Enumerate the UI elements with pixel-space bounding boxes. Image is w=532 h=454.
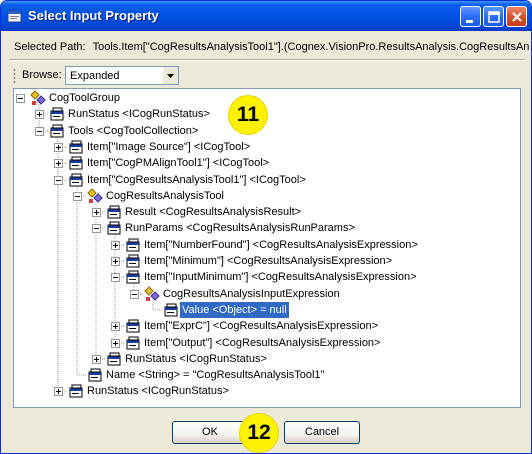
tree-node[interactable]: RunStatus <ICogRunStatus> bbox=[85, 383, 231, 399]
tree-node-label: CogToolGroup bbox=[49, 92, 120, 104]
property-icon bbox=[125, 335, 141, 351]
tree-node[interactable]: Item["Minimum"] <CogResultsAnalysisExpre… bbox=[142, 253, 394, 269]
minimize-icon bbox=[466, 20, 473, 23]
property-icon bbox=[68, 155, 84, 171]
maximize-icon bbox=[488, 11, 500, 23]
collapse-icon[interactable] bbox=[92, 224, 101, 233]
tree-node[interactable]: Item["CogPMAlignTool1"] <ICogTool> bbox=[85, 155, 271, 171]
tree-node-label: Name <String> = "CogResultsAnalysisTool1… bbox=[106, 369, 325, 382]
property-icon bbox=[125, 253, 141, 269]
tree-node[interactable]: Item["CogResultsAnalysisTool1"] <ICogToo… bbox=[85, 172, 308, 188]
tree-node-label: Item["NumberFound"] <CogResultsAnalysisE… bbox=[144, 238, 418, 251]
tree-node[interactable]: CogToolGroup bbox=[47, 90, 122, 106]
tree-node-label: Tools <CogToolCollection> bbox=[68, 124, 199, 137]
tree-node-label: Item["ExprC"] <CogResultsAnalysisExpress… bbox=[144, 320, 379, 333]
tree-node[interactable]: Item["NumberFound"] <CogResultsAnalysisE… bbox=[142, 237, 420, 253]
tree-node-label: CogResultsAnalysisTool bbox=[106, 189, 224, 202]
expand-icon[interactable] bbox=[54, 143, 63, 152]
collapse-icon[interactable] bbox=[111, 273, 120, 282]
property-icon bbox=[125, 269, 141, 285]
ok-button[interactable]: OK bbox=[172, 421, 248, 444]
minimize-button[interactable] bbox=[460, 6, 481, 27]
tree-node[interactable]: Item["Image Source"] <ICogTool> bbox=[85, 139, 252, 155]
tree-node[interactable]: Result <CogResultsAnalysisResult> bbox=[123, 204, 303, 220]
tree-node-label: Item["CogResultsAnalysisTool1"] <ICogToo… bbox=[87, 173, 306, 186]
tree-node[interactable]: CogResultsAnalysisInputExpression bbox=[161, 286, 342, 302]
property-icon bbox=[87, 367, 103, 383]
tree-node-label: Item["Output"] <CogResultsAnalysisExpres… bbox=[144, 336, 381, 349]
tree-node-label: CogResultsAnalysisInputExpression bbox=[163, 287, 340, 300]
buttons-badge-12: 12 bbox=[240, 414, 278, 452]
property-icon bbox=[106, 351, 122, 367]
browse-toolbar: Browse: Expanded bbox=[13, 65, 521, 87]
close-icon bbox=[512, 12, 522, 22]
toolbar-grip[interactable] bbox=[13, 68, 16, 84]
tool-group-icon bbox=[87, 188, 103, 204]
property-icon bbox=[68, 383, 84, 399]
tree-node[interactable]: Item["Output"] <CogResultsAnalysisExpres… bbox=[142, 335, 382, 351]
tree-node[interactable]: Name <String> = "CogResultsAnalysisTool1… bbox=[104, 367, 326, 383]
expand-icon[interactable] bbox=[54, 387, 63, 396]
tree-node-label: RunParams <CogResultsAnalysisRunParams> bbox=[125, 222, 355, 235]
tree-node[interactable]: Value <Object> = null bbox=[179, 300, 290, 319]
tree-node-label: RunStatus <ICogRunStatus> bbox=[125, 352, 267, 365]
collapse-icon[interactable] bbox=[73, 192, 82, 201]
tree-node[interactable]: Item["InputMinimum"] <CogResultsAnalysis… bbox=[142, 269, 419, 285]
property-tree[interactable]: CogToolGroup RunStatus <ICogRunStatus> Too… bbox=[13, 88, 521, 408]
tree-node-label: Value <Object> = null bbox=[179, 300, 290, 319]
selected-path-row: Selected Path: Tools.Item["CogResultsAna… bbox=[14, 41, 529, 53]
cancel-button[interactable]: Cancel bbox=[284, 421, 360, 444]
expand-icon[interactable] bbox=[92, 208, 101, 217]
browse-mode-dropdown[interactable]: Expanded bbox=[65, 66, 179, 85]
collapse-icon[interactable] bbox=[16, 94, 25, 103]
tree-node-label: Result <CogResultsAnalysisResult> bbox=[125, 206, 302, 219]
dialog-window: Select Input Property Selected Path: Too… bbox=[0, 0, 532, 454]
chevron-down-icon[interactable] bbox=[163, 67, 178, 84]
property-icon bbox=[49, 123, 65, 139]
tree-node-label: Item["Minimum"] <CogResultsAnalysisExpre… bbox=[144, 255, 393, 267]
close-button[interactable] bbox=[506, 6, 527, 27]
collapse-icon[interactable] bbox=[54, 176, 63, 185]
collapse-icon[interactable] bbox=[130, 290, 139, 299]
maximize-button[interactable] bbox=[483, 6, 504, 27]
property-icon bbox=[106, 204, 122, 220]
collapse-icon[interactable] bbox=[35, 127, 44, 136]
separator bbox=[9, 59, 525, 61]
expand-icon[interactable] bbox=[35, 110, 44, 119]
tool-group-icon bbox=[30, 90, 46, 106]
tree-node[interactable]: Tools <CogToolCollection> bbox=[66, 123, 200, 139]
tree-node-label: Item["InputMinimum"] <CogResultsAnalysis… bbox=[144, 271, 417, 284]
property-icon bbox=[68, 139, 84, 155]
window-title: Select Input Property bbox=[28, 8, 159, 23]
expand-icon[interactable] bbox=[111, 322, 120, 331]
tree-node-label: Item["CogPMAlignTool1"] <ICogTool> bbox=[87, 157, 270, 170]
tree-badge-11: 11 bbox=[229, 96, 267, 134]
expand-icon[interactable] bbox=[111, 257, 120, 266]
title-bar[interactable]: Select Input Property bbox=[1, 1, 531, 31]
browse-label: Browse: bbox=[22, 69, 62, 81]
tree-node[interactable]: Item["ExprC"] <CogResultsAnalysisExpress… bbox=[142, 318, 380, 334]
expand-icon[interactable] bbox=[111, 339, 120, 348]
expand-icon[interactable] bbox=[111, 241, 120, 250]
tree-node[interactable]: RunParams <CogResultsAnalysisRunParams> bbox=[123, 220, 357, 236]
tree-node[interactable]: RunStatus <ICogRunStatus> bbox=[66, 106, 212, 122]
property-icon bbox=[125, 318, 141, 334]
expand-icon[interactable] bbox=[92, 355, 101, 364]
tree-node-label: RunStatus <ICogRunStatus> bbox=[68, 108, 210, 121]
property-icon bbox=[163, 302, 179, 318]
property-icon bbox=[68, 172, 84, 188]
selected-path-value: Tools.Item["CogResultsAnalysisTool1"].(C… bbox=[92, 41, 529, 53]
property-icon bbox=[125, 237, 141, 253]
tool-group-icon bbox=[144, 285, 160, 302]
property-icon bbox=[106, 220, 122, 236]
tree-node[interactable]: CogResultsAnalysisTool bbox=[104, 188, 226, 204]
tree-node-label: Item["Image Source"] <ICogTool> bbox=[87, 140, 251, 153]
selected-path-label: Selected Path: bbox=[14, 41, 86, 53]
browse-mode-value: Expanded bbox=[70, 70, 120, 82]
dialog-app-icon bbox=[7, 8, 23, 24]
property-icon bbox=[49, 106, 65, 122]
expand-icon[interactable] bbox=[54, 159, 63, 168]
tree-node-label: RunStatus <ICogRunStatus> bbox=[87, 385, 229, 398]
tree-node[interactable]: RunStatus <ICogRunStatus> bbox=[123, 351, 269, 367]
